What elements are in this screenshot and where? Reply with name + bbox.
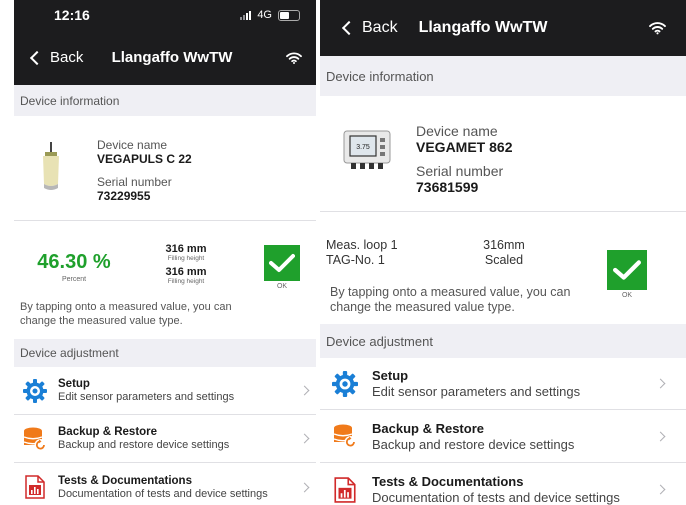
checkmark-icon [264, 245, 300, 281]
measurement-loop-labels: Meas. loop 1 TAG-No. 1 [326, 238, 398, 268]
device-info-header: Device information [320, 56, 686, 96]
device-adjustment-header: Device adjustment [14, 339, 316, 367]
battery-icon [278, 9, 300, 21]
back-button[interactable]: Back [320, 19, 398, 37]
network-type: 4G [257, 9, 272, 21]
chevron-right-icon [299, 433, 310, 444]
checkmark-icon [607, 250, 647, 290]
measured-value-hint: By tapping onto a measured value, you ca… [330, 285, 571, 314]
sensor-icon [43, 142, 59, 190]
status-ok-label: OK [276, 283, 288, 290]
back-button[interactable]: Back [14, 49, 83, 66]
chevron-left-icon [29, 50, 45, 65]
signal-icon [240, 10, 252, 20]
status-ok-label: OK [621, 292, 633, 299]
filling-height-1-value: 316 mm [165, 243, 207, 255]
status-indicator: OK [607, 250, 647, 299]
nav-bar: Back Llangaffo WwTW [14, 30, 316, 85]
percent-value-tile[interactable]: 46.30 % Percent [14, 251, 134, 283]
device-card[interactable]: 3.75 Device name VEGAMET 862 Serial numb… [320, 96, 686, 211]
menu-item-subtitle: Backup and restore device settings [372, 436, 575, 452]
menu-item-title: Setup [58, 378, 90, 390]
display-reading: 3.75 [356, 144, 370, 151]
menu-item-backup-restore[interactable]: Backup & Restore Backup and restore devi… [320, 410, 686, 463]
status-time: 12:16 [54, 7, 90, 23]
left-screen: 12:16 4G Back Llangaffo WwTW Device info… [14, 0, 316, 505]
device-card[interactable]: Device name VEGAPULS C 22 Serial number … [14, 116, 316, 220]
device-adjustment-header: Device adjustment [320, 324, 686, 358]
database-restore-icon [22, 426, 48, 452]
serial-number-value: 73229955 [97, 189, 151, 203]
document-chart-icon [332, 476, 358, 503]
menu-item-setup[interactable]: Setup Edit sensor parameters and setting… [14, 367, 316, 415]
percent-label: Percent [61, 276, 87, 283]
chevron-right-icon [299, 482, 310, 492]
device-name-label: Device name [97, 138, 168, 152]
menu-item-subtitle: Edit sensor parameters and settings [58, 391, 235, 403]
wifi-icon [649, 22, 666, 35]
meas-loop-value: 316mm [483, 238, 525, 252]
filling-height-2-value: 316 mm [165, 266, 207, 278]
database-restore-icon [332, 423, 358, 449]
menu-item-subtitle: Documentation of tests and device settin… [58, 487, 268, 500]
menu-item-title: Tests & Documentations [58, 474, 192, 487]
menu-item-subtitle: Edit sensor parameters and settings [372, 384, 581, 399]
menu-item-backup-restore[interactable]: Backup & Restore Backup and restore devi… [14, 415, 316, 463]
document-chart-icon [22, 474, 48, 500]
tag-number-value: Scaled [484, 253, 524, 267]
chevron-left-icon [341, 20, 357, 36]
status-indicator: OK [264, 245, 300, 290]
menu-item-title: Backup & Restore [372, 420, 484, 436]
chevron-right-icon [655, 378, 666, 389]
menu-item-tests-documentations[interactable]: Tests & Documentations Documentation of … [14, 463, 316, 505]
device-name-value: VEGAPULS C 22 [97, 152, 192, 166]
chevron-right-icon [655, 431, 666, 441]
controller-icon: 3.75 [343, 130, 391, 169]
filling-height-2-label: Filling height [167, 278, 205, 285]
measurement-section: 46.30 % Percent 316 mm Filling height 31… [14, 221, 316, 339]
percent-value: 46.30 % [37, 251, 111, 273]
menu-item-tests-documentations[interactable]: Tests & Documentations Documentation of … [320, 463, 686, 505]
menu-item-subtitle: Backup and restore device settings [58, 439, 230, 451]
device-name-value: VEGAMET 862 [416, 139, 513, 155]
device-name-label: Device name [416, 123, 498, 139]
meas-loop-label: Meas. loop 1 [326, 238, 398, 252]
filling-height-2-tile[interactable]: 316 mm Filling height [154, 266, 218, 285]
serial-number-label: Serial number [416, 163, 504, 179]
measured-value-hint: By tapping onto a measured value, you ca… [20, 301, 232, 327]
menu-item-subtitle: Documentation of tests and device settin… [372, 490, 620, 505]
nav-bar: Back Llangaffo WwTW [320, 0, 686, 56]
menu-item-title: Setup [372, 368, 409, 383]
menu-item-setup[interactable]: Setup Edit sensor parameters and setting… [320, 358, 686, 410]
filling-height-1-label: Filling height [167, 255, 205, 262]
right-screen: Back Llangaffo WwTW Device information 3… [320, 0, 686, 505]
serial-number-value: 73681599 [416, 179, 479, 195]
tag-number-label: TAG-No. 1 [326, 253, 385, 267]
measured-value-tile[interactable]: 316mm Scaled [464, 238, 544, 268]
status-bar: 12:16 4G [14, 0, 316, 30]
menu-item-title: Backup & Restore [58, 426, 158, 438]
measurement-section: Meas. loop 1 TAG-No. 1 316mm Scaled OK B… [320, 212, 686, 324]
device-info-header: Device information [14, 85, 316, 116]
comparison-stage: 12:16 4G Back Llangaffo WwTW Device info… [0, 0, 686, 505]
filling-height-1-tile[interactable]: 316 mm Filling height [154, 243, 218, 262]
wifi-icon [286, 51, 302, 64]
gear-icon [332, 370, 358, 397]
chevron-right-icon [655, 484, 666, 495]
menu-item-title: Tests & Documentations [372, 474, 524, 489]
chevron-right-icon [299, 385, 310, 396]
gear-icon [22, 378, 48, 404]
serial-number-label: Serial number [97, 175, 172, 189]
